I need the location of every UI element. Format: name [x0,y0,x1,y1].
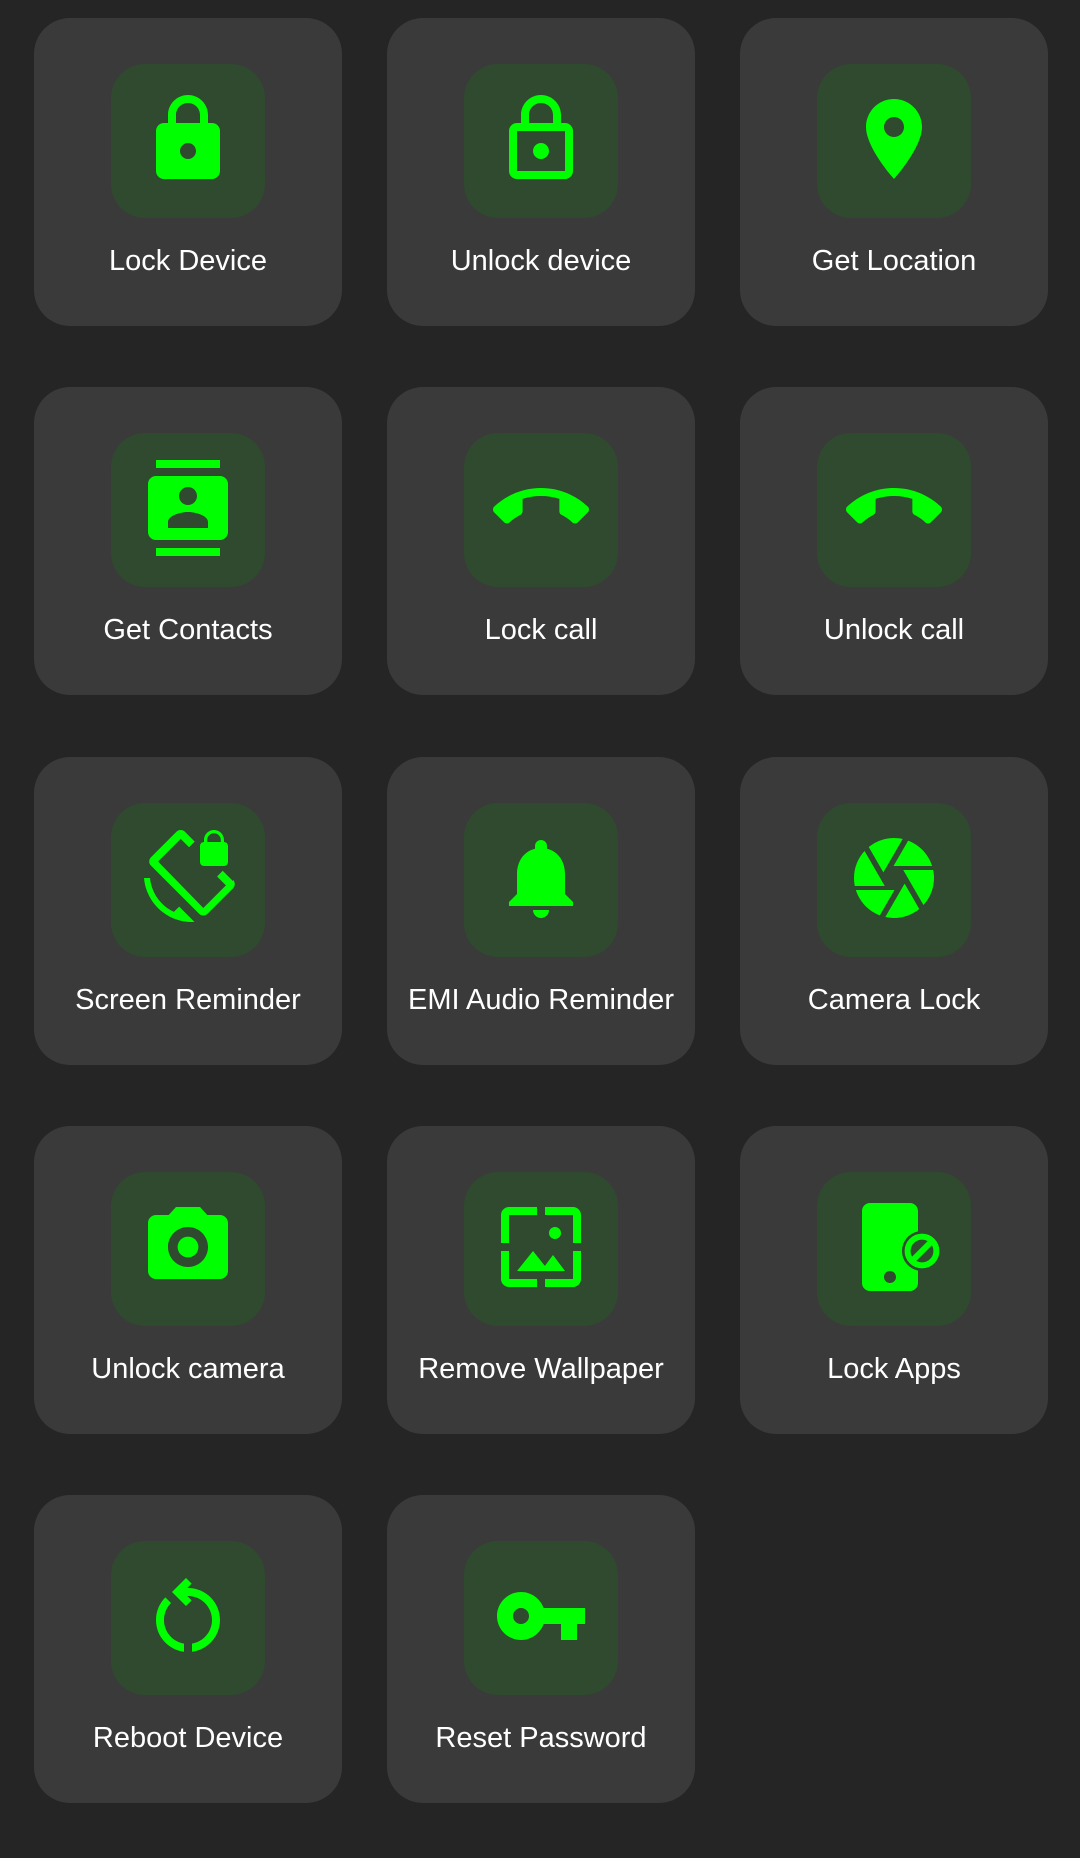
unlock-icon [493,91,589,192]
icon-box [464,803,618,957]
icon-box [464,1541,618,1695]
key-icon [493,1568,589,1669]
wallpaper-icon [493,1199,589,1300]
lock-icon [140,91,236,192]
icon-box [111,803,265,957]
icon-box [817,803,971,957]
phone-blocked-icon [846,1199,942,1300]
get-location-button[interactable]: Get Location [740,18,1048,326]
action-label: EMI Audio Reminder [408,984,674,1016]
unlock-call-button[interactable]: Unlock call [740,387,1048,695]
camera-icon [140,1199,236,1300]
camera-shutter-icon [846,830,942,931]
unlock-device-button[interactable]: Unlock device [387,18,695,326]
remove-wallpaper-button[interactable]: Remove Wallpaper [387,1126,695,1434]
camera-lock-button[interactable]: Camera Lock [740,757,1048,1065]
lock-apps-button[interactable]: Lock Apps [740,1126,1048,1434]
icon-box [464,64,618,218]
action-label: Lock call [484,614,598,646]
icon-box [111,1172,265,1326]
action-label: Get Location [811,245,977,277]
icon-box [111,1541,265,1695]
action-label: Remove Wallpaper [418,1353,664,1385]
action-label: Unlock call [823,614,965,646]
action-label: Lock Device [109,245,267,277]
icon-box [111,64,265,218]
action-label: Screen Reminder [75,984,301,1016]
location-pin-icon [846,91,942,192]
unlock-camera-button[interactable]: Unlock camera [34,1126,342,1434]
icon-box [464,1172,618,1326]
lock-device-button[interactable]: Lock Device [34,18,342,326]
get-contacts-button[interactable]: Get Contacts [34,387,342,695]
reboot-device-button[interactable]: Reboot Device [34,1495,342,1803]
action-label: Reset Password [435,1722,647,1754]
action-label: Unlock device [450,245,632,277]
action-label: Unlock camera [91,1353,285,1385]
action-label: Get Contacts [103,614,273,646]
icon-box [817,64,971,218]
call-end-icon [493,460,589,561]
icon-box [464,433,618,587]
lock-call-button[interactable]: Lock call [387,387,695,695]
action-label: Lock Apps [827,1353,961,1385]
icon-box [817,1172,971,1326]
action-grid: Lock Device Unlock device Get Location G… [0,0,1080,1858]
icon-box [817,433,971,587]
bell-icon [493,830,589,931]
action-label: Camera Lock [807,984,981,1016]
restart-icon [140,1568,236,1669]
screen-rotation-lock-icon [140,829,236,931]
contacts-icon [140,459,236,561]
screen-reminder-button[interactable]: Screen Reminder [34,757,342,1065]
icon-box [111,433,265,587]
action-label: Reboot Device [92,1722,284,1754]
reset-password-button[interactable]: Reset Password [387,1495,695,1803]
call-end-icon [846,460,942,561]
emi-audio-reminder-button[interactable]: EMI Audio Reminder [387,757,695,1065]
